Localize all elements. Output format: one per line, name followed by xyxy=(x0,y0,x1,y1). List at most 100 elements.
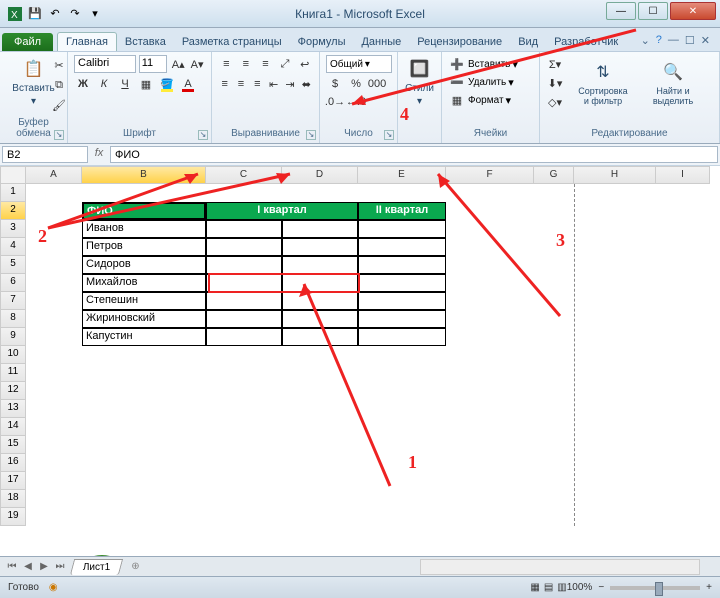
cell[interactable]: II квартал xyxy=(358,202,446,220)
tab-pagelayout[interactable]: Разметка страницы xyxy=(174,33,290,51)
cell[interactable] xyxy=(282,328,358,346)
cell[interactable]: Иванов xyxy=(82,220,206,238)
row-header[interactable]: 16 xyxy=(0,454,26,472)
autosum-icon[interactable]: Σ▾ xyxy=(546,55,564,73)
align-bottom-icon[interactable]: ≡ xyxy=(257,55,274,73)
font-size-combo[interactable]: 11 xyxy=(139,55,168,73)
row-header[interactable]: 14 xyxy=(0,418,26,436)
cell[interactable]: Жириновский xyxy=(82,310,206,328)
cell-styles-button[interactable]: 🔲 Стили ▾ xyxy=(404,55,435,109)
name-box[interactable]: B2 xyxy=(2,146,88,163)
cell[interactable] xyxy=(206,292,282,310)
tab-developer[interactable]: Разработчик xyxy=(546,33,626,51)
insert-cells-icon[interactable]: ➕ xyxy=(448,55,466,73)
font-name-combo[interactable]: Calibri xyxy=(74,55,136,73)
delete-cells-icon[interactable]: ➖ xyxy=(448,73,466,91)
decrease-decimal-icon[interactable]: ←.0 xyxy=(347,93,365,111)
row-header[interactable]: 19 xyxy=(0,508,26,526)
doc-close-icon[interactable]: ✕ xyxy=(701,34,710,47)
format-cells-icon[interactable]: ▦ xyxy=(448,91,466,109)
row-header[interactable]: 18 xyxy=(0,490,26,508)
dialog-launcher-icon[interactable]: ↘ xyxy=(198,130,208,140)
row-header[interactable]: 3 xyxy=(0,220,26,238)
zoom-out-icon[interactable]: − xyxy=(598,582,604,593)
column-header[interactable]: H xyxy=(574,166,656,184)
cut-icon[interactable]: ✂ xyxy=(50,56,68,74)
comma-format-icon[interactable]: 000 xyxy=(368,75,386,93)
cell[interactable]: I квартал xyxy=(206,202,358,220)
wrap-text-icon[interactable]: ↩ xyxy=(296,55,313,73)
column-header[interactable]: A xyxy=(26,166,82,184)
row-header[interactable]: 10 xyxy=(0,346,26,364)
dialog-launcher-icon[interactable]: ↘ xyxy=(306,130,316,140)
column-header[interactable]: F xyxy=(446,166,534,184)
view-pagelayout-icon[interactable]: ▤ xyxy=(544,582,553,593)
align-middle-icon[interactable]: ≡ xyxy=(238,55,255,73)
cell[interactable]: Петров xyxy=(82,238,206,256)
row-header[interactable]: 13 xyxy=(0,400,26,418)
merge-center-icon[interactable]: ⬌ xyxy=(300,75,313,93)
zoom-slider[interactable] xyxy=(610,586,700,590)
cell[interactable] xyxy=(358,256,446,274)
cell[interactable]: ФИО xyxy=(82,202,206,220)
tab-review[interactable]: Рецензирование xyxy=(409,33,510,51)
align-center-icon[interactable]: ≡ xyxy=(234,75,247,93)
doc-min-icon[interactable]: — xyxy=(668,34,679,47)
column-header[interactable]: G xyxy=(534,166,574,184)
cell[interactable] xyxy=(206,256,282,274)
cell[interactable]: Михайлов xyxy=(82,274,206,292)
maximize-button[interactable]: ☐ xyxy=(638,2,668,20)
tab-data[interactable]: Данные xyxy=(353,33,409,51)
column-header[interactable]: B xyxy=(82,166,206,184)
accounting-format-icon[interactable]: $ xyxy=(326,75,344,93)
cell[interactable] xyxy=(358,310,446,328)
tab-view[interactable]: Вид xyxy=(510,33,546,51)
clear-icon[interactable]: ◇▾ xyxy=(546,93,564,111)
row-header[interactable]: 12 xyxy=(0,382,26,400)
column-header[interactable]: C xyxy=(206,166,282,184)
qat-dropdown-icon[interactable]: ▾ xyxy=(86,5,104,23)
cell[interactable] xyxy=(358,292,446,310)
cell[interactable] xyxy=(206,328,282,346)
cell[interactable]: Степешин xyxy=(82,292,206,310)
minimize-button[interactable]: — xyxy=(606,2,636,20)
cell[interactable] xyxy=(358,220,446,238)
orientation-icon[interactable]: ⤢ xyxy=(277,55,294,73)
delete-cells-button[interactable]: Удалить xyxy=(468,77,506,88)
row-header[interactable]: 15 xyxy=(0,436,26,454)
row-header[interactable]: 11 xyxy=(0,364,26,382)
minimize-ribbon-icon[interactable]: ⌄ xyxy=(641,34,650,47)
column-header[interactable]: D xyxy=(282,166,358,184)
copy-icon[interactable]: ⧉ xyxy=(50,76,68,94)
doc-restore-icon[interactable]: ☐ xyxy=(685,34,695,47)
zoom-level[interactable]: 100% xyxy=(567,582,593,593)
cell[interactable] xyxy=(206,310,282,328)
row-header[interactable]: 1 xyxy=(0,184,26,202)
row-header[interactable]: 5 xyxy=(0,256,26,274)
find-select-button[interactable]: 🔍 Найти и выделить xyxy=(642,58,704,108)
cell[interactable] xyxy=(358,274,446,292)
decrease-indent-icon[interactable]: ⇤ xyxy=(267,75,280,93)
new-sheet-icon[interactable]: ⊕ xyxy=(131,561,139,572)
fx-icon[interactable]: fx xyxy=(90,144,108,165)
tab-home[interactable]: Главная xyxy=(57,32,117,51)
undo-icon[interactable]: ↶ xyxy=(46,5,64,23)
underline-button[interactable]: Ч xyxy=(116,75,134,93)
view-normal-icon[interactable]: ▦ xyxy=(530,582,539,593)
increase-indent-icon[interactable]: ⇥ xyxy=(283,75,296,93)
tab-insert[interactable]: Вставка xyxy=(117,33,174,51)
cell[interactable] xyxy=(206,238,282,256)
dialog-launcher-icon[interactable]: ↘ xyxy=(54,130,64,140)
select-all-button[interactable] xyxy=(0,166,26,184)
row-header[interactable]: 17 xyxy=(0,472,26,490)
italic-button[interactable]: К xyxy=(95,75,113,93)
align-right-icon[interactable]: ≡ xyxy=(251,75,264,93)
column-header[interactable]: E xyxy=(358,166,446,184)
grow-font-icon[interactable]: A▴ xyxy=(170,55,186,73)
cell[interactable] xyxy=(282,310,358,328)
format-cells-button[interactable]: Формат xyxy=(468,95,504,106)
increase-decimal-icon[interactable]: .0→ xyxy=(326,93,344,111)
format-painter-icon[interactable]: 🖌 xyxy=(50,96,68,114)
cell[interactable] xyxy=(358,238,446,256)
worksheet-grid[interactable]: ABCDEFGHI 12345678910111213141516171819 … xyxy=(0,166,720,556)
